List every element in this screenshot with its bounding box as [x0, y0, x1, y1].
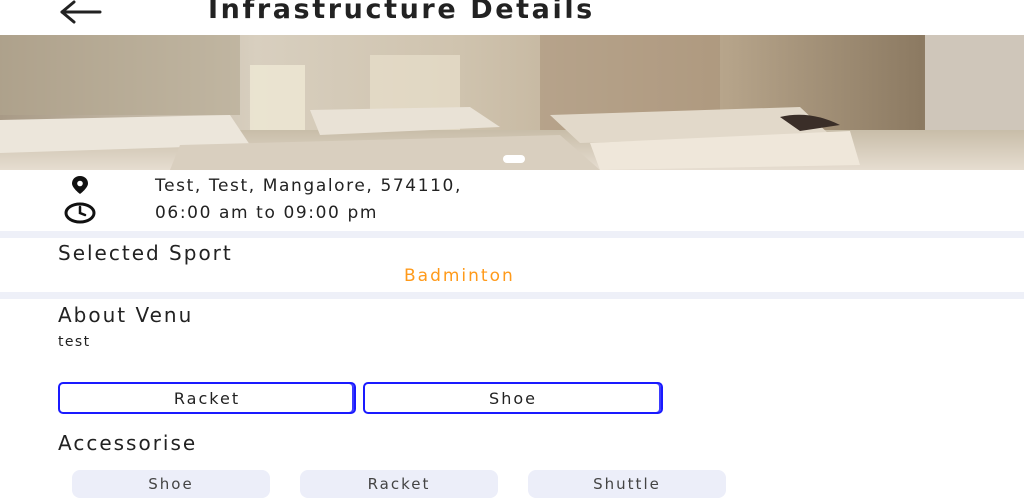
carousel-indicator-dot[interactable] — [503, 155, 525, 163]
about-venue-text: test — [58, 334, 91, 350]
accessory-chip-shuttle[interactable]: Shuttle — [528, 470, 726, 498]
arrow-left-icon — [58, 0, 102, 28]
chip-label: Shuttle — [593, 475, 661, 493]
venue-address: Test, Test, Mangalore, 574110, — [155, 176, 462, 196]
venue-image-carousel[interactable] — [0, 35, 1024, 170]
accessory-chip-racket[interactable]: Racket — [300, 470, 498, 498]
racket-button[interactable]: Racket — [58, 382, 356, 414]
venue-photo — [0, 35, 1024, 170]
selected-sport-value: Badminton — [404, 266, 515, 286]
divider — [0, 231, 1024, 238]
about-venue-label: About Venu — [58, 303, 194, 327]
hours-row: 06:00 am to 09:00 pm — [0, 199, 1024, 227]
shoe-button[interactable]: Shoe — [363, 382, 663, 414]
chip-label: Racket — [367, 475, 431, 493]
app-header: Infrastructure Details — [0, 0, 1024, 35]
clock-icon — [60, 199, 100, 227]
divider — [0, 292, 1024, 299]
shoe-button-label: Shoe — [489, 388, 537, 408]
venue-hours: 06:00 am to 09:00 pm — [155, 203, 378, 223]
accessory-chip-shoe[interactable]: Shoe — [72, 470, 270, 498]
selected-sport-label: Selected Sport — [58, 241, 233, 265]
page-title: Infrastructure Details — [208, 0, 595, 25]
racket-button-label: Racket — [173, 388, 241, 408]
back-button[interactable] — [58, 0, 106, 28]
address-row: Test, Test, Mangalore, 574110, — [0, 172, 1024, 200]
chip-label: Shoe — [148, 475, 194, 493]
location-pin-icon — [60, 172, 100, 200]
accessories-label: Accessorise — [58, 431, 198, 455]
